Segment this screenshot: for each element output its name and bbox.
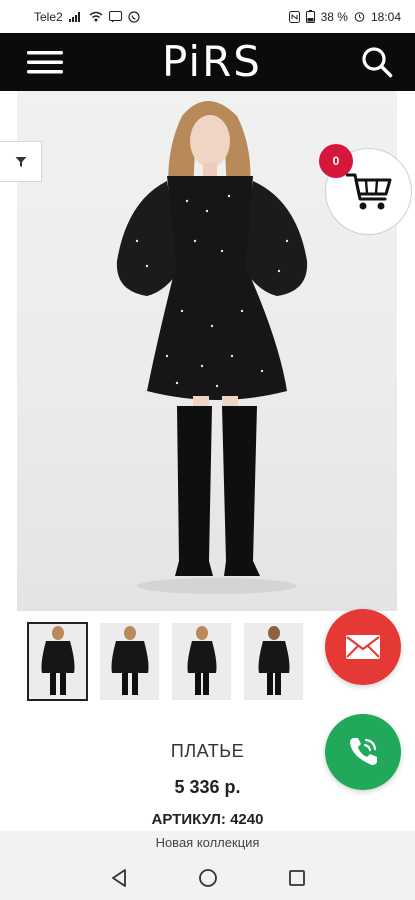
product-price: 5 336 р. [174, 777, 241, 797]
filter-funnel-icon [15, 156, 27, 168]
recent-apps-square-icon[interactable] [288, 869, 306, 887]
thumbnail-4[interactable] [244, 623, 303, 700]
message-icon [108, 10, 122, 23]
carrier-label: Tele2 [34, 9, 63, 24]
status-left: Tele2 [34, 10, 140, 24]
alarm-icon [354, 11, 365, 22]
battery-level: 38 % [320, 9, 348, 24]
status-bar: Tele2 38 % 18:04 [0, 0, 415, 33]
product-sku: АРТИКУЛ: 4240 [151, 811, 264, 828]
wifi-icon [89, 11, 103, 22]
product-name: ПЛАТЬЕ [170, 741, 245, 761]
signal-icon [68, 11, 83, 22]
clock-time: 18:04 [370, 9, 401, 24]
mail-fab-button[interactable] [325, 609, 401, 685]
collection-label[interactable]: Новая коллекция [0, 831, 415, 855]
home-circle-icon[interactable] [198, 868, 218, 888]
thumbnail-3[interactable] [172, 623, 231, 700]
status-right: 38 % 18:04 [288, 9, 401, 24]
android-nav-bar [0, 855, 415, 900]
hamburger-menu-icon[interactable] [27, 50, 63, 74]
thumbnail-1[interactable] [27, 622, 88, 701]
mail-envelope-icon [345, 634, 381, 660]
whatsapp-icon [128, 10, 140, 23]
app-header: PiRS [0, 33, 415, 91]
shopping-cart-icon [345, 172, 392, 212]
battery-icon [305, 10, 315, 23]
back-triangle-icon[interactable] [110, 868, 128, 888]
cart-count-badge: 0 [319, 144, 353, 178]
thumbnail-2[interactable] [100, 623, 159, 700]
nfc-icon [288, 10, 300, 23]
thumbnail-strip [27, 622, 303, 701]
filter-button[interactable] [0, 141, 42, 182]
search-icon[interactable] [361, 46, 393, 78]
brand-logo[interactable]: PiRS [162, 41, 262, 83]
